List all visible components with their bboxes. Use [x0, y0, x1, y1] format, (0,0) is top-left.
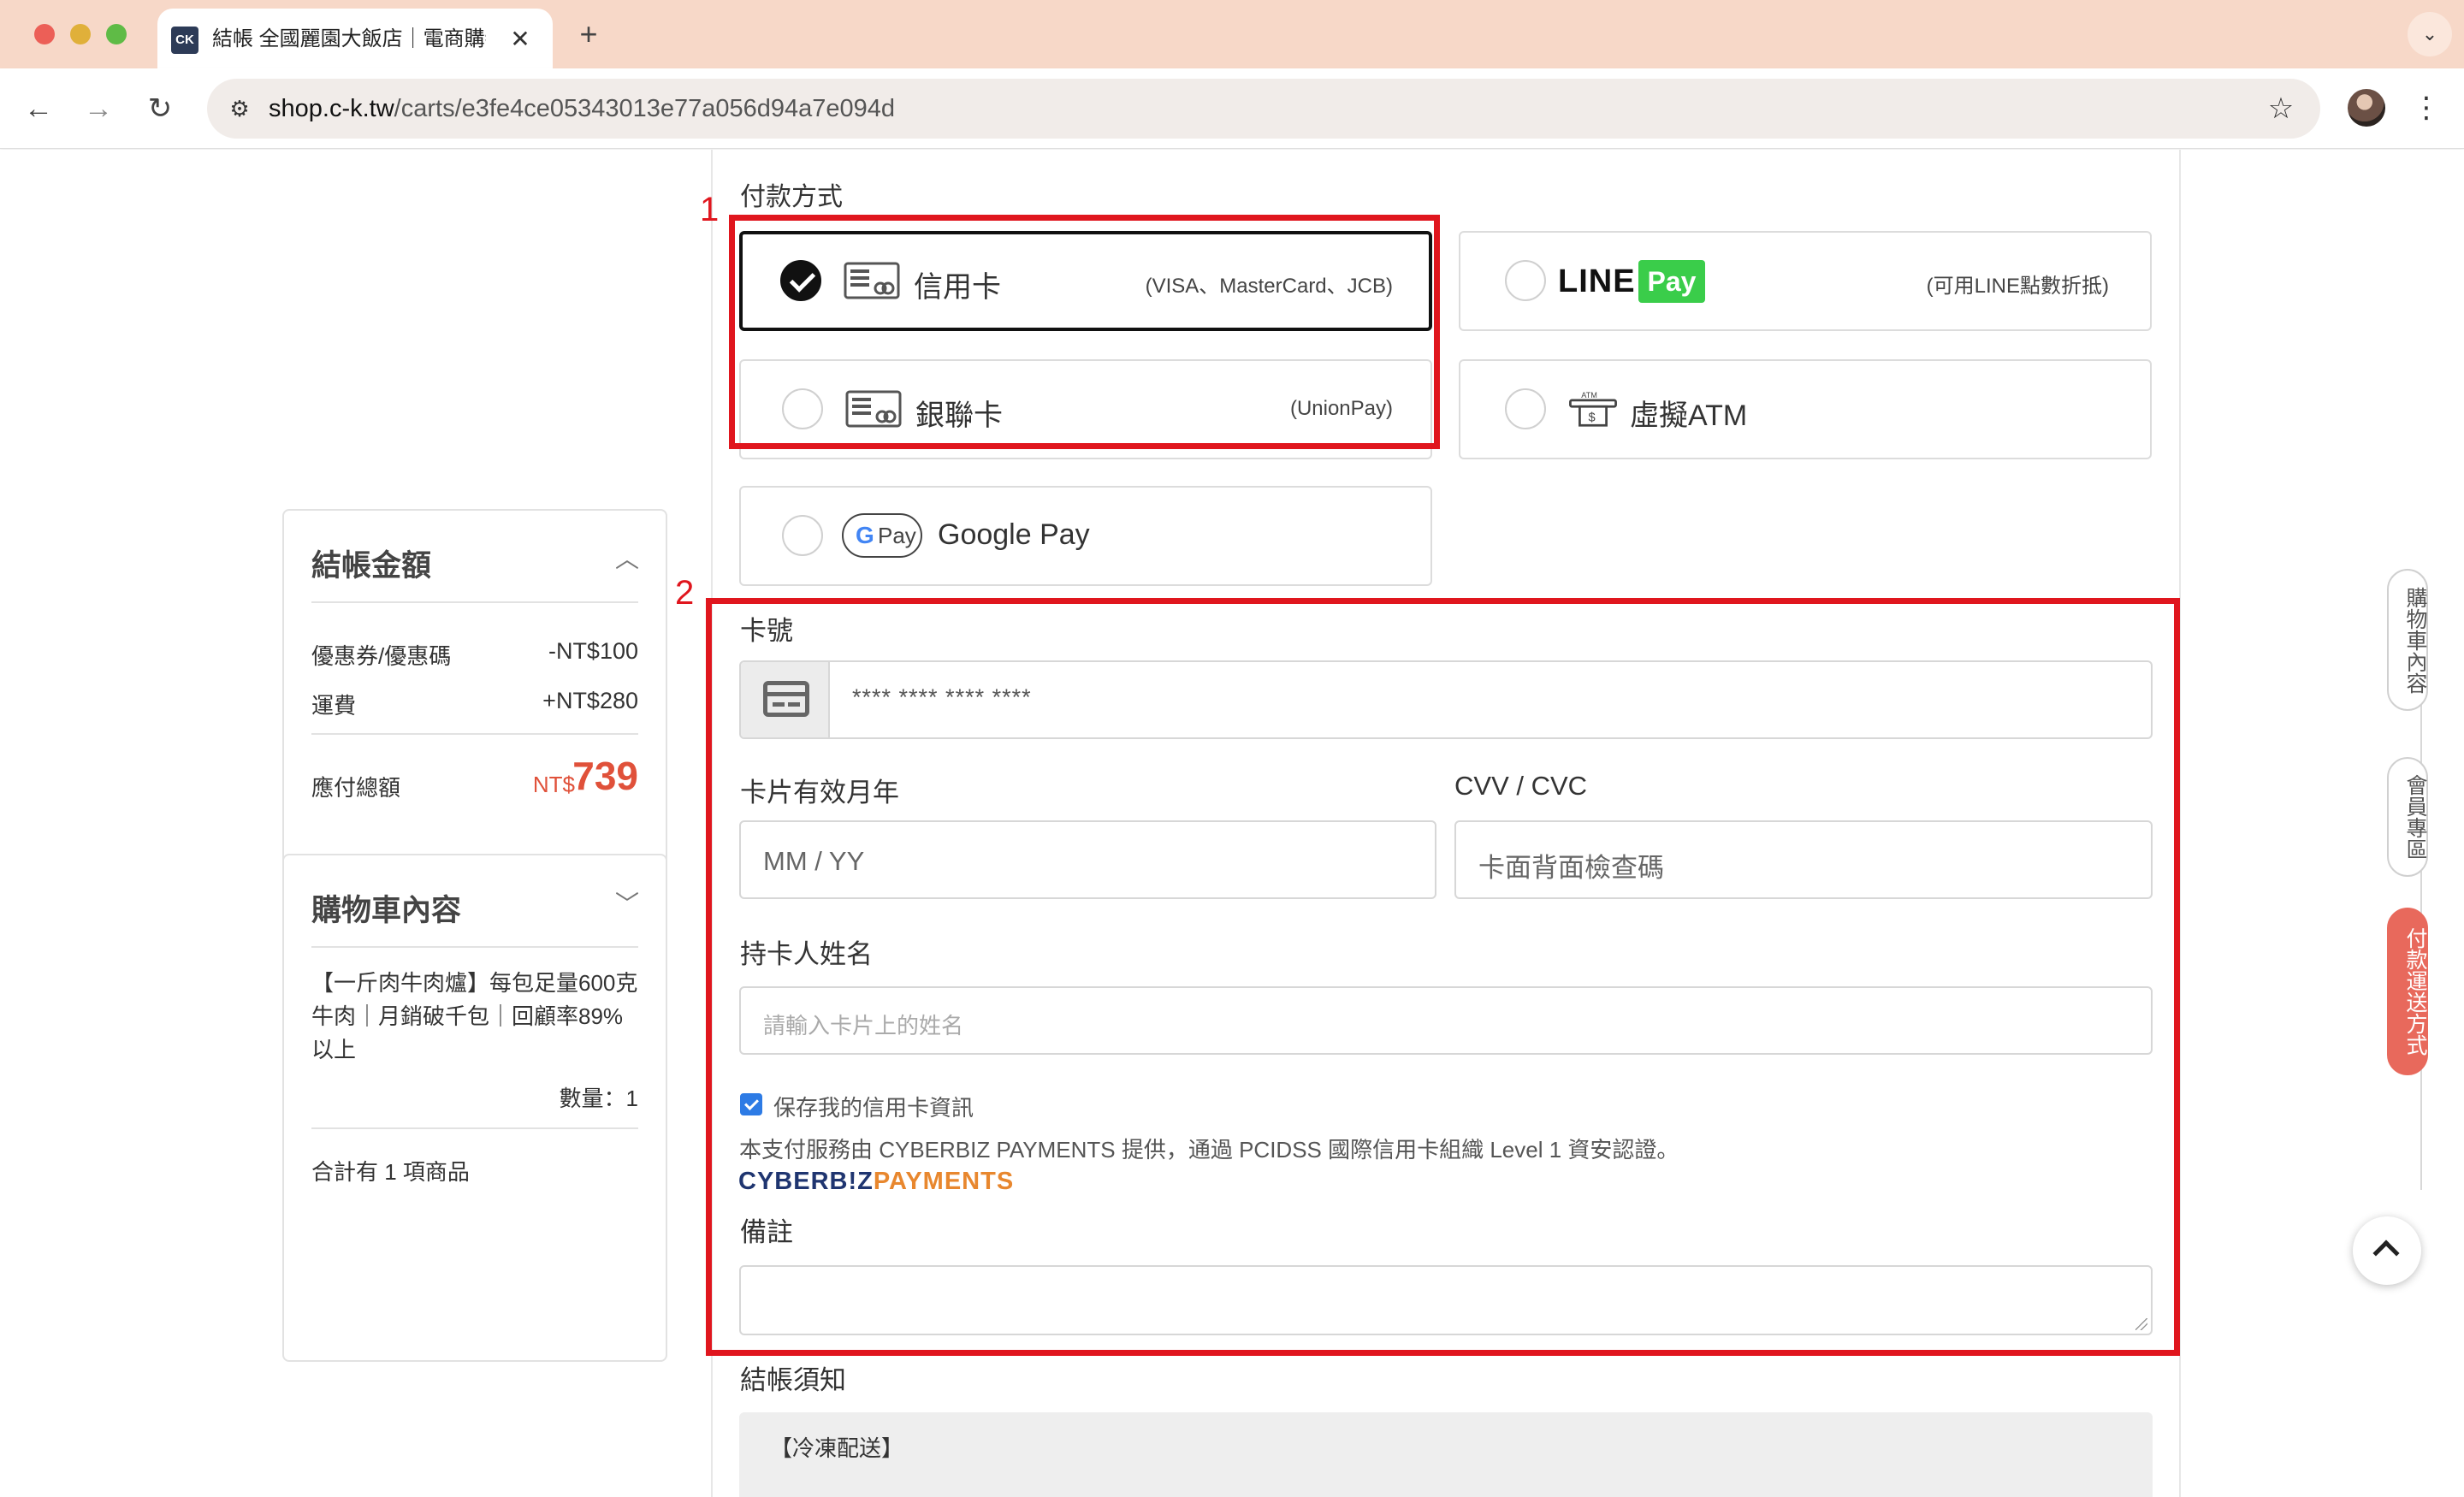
- total-currency: NT$: [532, 772, 575, 797]
- radio-unchecked[interactable]: [782, 515, 823, 556]
- side-nav-payment-shipping[interactable]: 付款運送方式: [2387, 908, 2428, 1075]
- payment-option-google-pay[interactable]: G Pay Google Pay: [739, 486, 1432, 586]
- address-bar[interactable]: ⚙ shop.c-k.tw/carts/e3fe4ce05343013e77a0…: [207, 79, 2320, 139]
- cvv-placeholder: 卡面背面檢查碼: [1478, 853, 1664, 883]
- total-label: 應付總額: [311, 775, 401, 801]
- divider: [311, 601, 638, 603]
- virtual-atm-label: 虛擬ATM: [1630, 399, 1748, 432]
- expiry-label: 卡片有效月年: [740, 778, 899, 808]
- annotation-box-1: [729, 215, 1440, 449]
- kebab-menu-icon[interactable]: ⋮: [2411, 89, 2442, 127]
- summary-title: 結帳金額: [311, 549, 432, 583]
- checkout-page: 結帳金額 ︿ 優惠券/優惠碼 -NT$100 運費 +NT$280 應付總額 N…: [0, 150, 2464, 1497]
- google-g-icon: G: [856, 522, 874, 548]
- google-pay-badge-text: Pay: [878, 523, 916, 548]
- notice-label: 結帳須知: [740, 1365, 846, 1395]
- browser-titlebar: CK 結帳 全國麗園大飯店｜電商購物 ✕ + ⌄: [0, 0, 2464, 68]
- cart-title: 購物車內容: [311, 894, 462, 927]
- browser-tab-active[interactable]: CK 結帳 全國麗園大飯店｜電商購物 ✕: [157, 9, 553, 68]
- tab-favicon-icon: CK: [171, 27, 198, 54]
- url-path: /carts/e3fe4ce05343013e77a056d94a7e094d: [394, 95, 896, 122]
- holder-name-placeholder: 請輸入卡片上的姓名: [763, 1013, 964, 1038]
- cvv-field[interactable]: 卡面背面檢查碼: [1454, 820, 2153, 899]
- card-number-field[interactable]: **** **** **** ****: [739, 660, 2153, 739]
- line-pay-logo-pay: Pay: [1638, 260, 1705, 303]
- radio-unchecked[interactable]: [1505, 260, 1546, 301]
- notice-box: 【冷凍配送】: [739, 1412, 2153, 1497]
- divider: [311, 733, 638, 735]
- coupon-value: -NT$100: [548, 638, 638, 664]
- reload-icon[interactable]: ↻: [139, 87, 181, 130]
- cart-item-count: 合計有 1 項商品: [311, 1159, 470, 1185]
- cyberbiz-logo-part-b: PAYMENTS: [873, 1168, 1015, 1195]
- memo-label: 備註: [740, 1217, 793, 1247]
- chevron-down-icon[interactable]: ﹀: [614, 891, 640, 917]
- annotation-number-2: 2: [675, 574, 695, 612]
- cart-item-name: 【一斤肉牛肉爐】每包足量600克牛肉｜月銷破千包｜回顧率89%以上: [311, 970, 638, 1062]
- shipping-value: +NT$280: [542, 688, 638, 713]
- browser-toolbar: ← → ↻ ⚙ shop.c-k.tw/carts/e3fe4ce0534301…: [0, 68, 2464, 149]
- side-nav-member[interactable]: 會員專區: [2387, 757, 2428, 877]
- card-number-label: 卡號: [740, 616, 793, 646]
- tab-search-menu-button[interactable]: ⌄: [2408, 12, 2452, 56]
- payment-section-label: 付款方式: [740, 183, 843, 211]
- save-card-label[interactable]: 保存我的信用卡資訊: [773, 1091, 974, 1122]
- window-minimize-button[interactable]: [70, 24, 91, 44]
- credit-card-icon: [763, 681, 809, 717]
- shipping-label: 運費: [311, 693, 357, 719]
- bookmark-star-icon[interactable]: ☆: [2262, 90, 2300, 127]
- line-pay-note: (可用LINE點數折抵): [1926, 275, 2109, 298]
- tab-close-icon[interactable]: ✕: [505, 22, 536, 56]
- new-tab-button[interactable]: +: [572, 15, 606, 53]
- payment-option-virtual-atm[interactable]: ATM $ 虛擬ATM: [1459, 359, 2152, 459]
- total-amount: 739: [572, 754, 638, 798]
- cvv-label: CVV / CVC: [1454, 771, 1588, 801]
- google-pay-icon: G Pay: [842, 513, 922, 558]
- notice-text: 【冷凍配送】: [770, 1435, 904, 1461]
- payment-option-line-pay[interactable]: LINE Pay (可用LINE點數折抵): [1459, 231, 2152, 331]
- chevron-up-icon: [2372, 1240, 2400, 1267]
- save-card-checkbox[interactable]: [740, 1093, 762, 1115]
- radio-unchecked[interactable]: [1505, 388, 1546, 429]
- cart-item-quantity: 數量：1: [559, 1086, 638, 1111]
- cart-contents-card: 購物車內容 ﹀ 【一斤肉牛肉爐】每包足量600克牛肉｜月銷破千包｜回顧率89%以…: [282, 854, 667, 1362]
- holder-name-label: 持卡人姓名: [740, 939, 873, 969]
- url-text[interactable]: shop.c-k.tw/carts/e3fe4ce05343013e77a056…: [269, 91, 895, 127]
- memo-textarea[interactable]: [739, 1265, 2153, 1335]
- cyberbiz-payments-logo: CYBERB!ZPAYMENTS: [738, 1168, 1014, 1196]
- tab-title: 結帳 全國麗園大飯店｜電商購物: [212, 27, 486, 50]
- line-pay-logo-line: LINE: [1558, 263, 1636, 299]
- expiry-field[interactable]: MM / YY: [739, 820, 1436, 899]
- atm-icon: ATM $: [1569, 391, 1617, 427]
- divider: [311, 946, 638, 948]
- back-arrow-icon[interactable]: ←: [17, 87, 60, 130]
- window-maximize-button[interactable]: [106, 24, 127, 44]
- holder-name-field[interactable]: 請輸入卡片上的姓名: [739, 986, 2153, 1055]
- resize-grip-icon[interactable]: [2135, 1318, 2147, 1330]
- forward-arrow-icon[interactable]: →: [77, 87, 120, 130]
- url-host: shop.c-k.tw: [269, 95, 394, 122]
- card-number-addon: [741, 662, 830, 737]
- site-info-icon[interactable]: ⚙: [222, 92, 257, 126]
- card-number-placeholder: **** **** **** ****: [852, 684, 1032, 710]
- chevron-up-icon[interactable]: ︿: [614, 547, 640, 572]
- back-to-top-button[interactable]: [2353, 1216, 2421, 1285]
- side-nav-cart[interactable]: 購物車內容: [2387, 569, 2428, 711]
- annotation-number-1: 1: [700, 191, 720, 228]
- divider: [311, 1127, 638, 1129]
- expiry-placeholder: MM / YY: [763, 846, 865, 876]
- svg-text:ATM: ATM: [1581, 391, 1597, 399]
- provider-note: 本支付服務由 CYBERBIZ PAYMENTS 提供，通過 PCIDSS 國際…: [739, 1137, 1679, 1163]
- svg-text:$: $: [1589, 411, 1596, 425]
- cyberbiz-logo-part-a: CYBERB!Z: [738, 1168, 874, 1195]
- google-pay-label: Google Pay: [938, 518, 1090, 551]
- window-close-button[interactable]: [34, 24, 55, 44]
- coupon-label: 優惠券/優惠碼: [311, 643, 452, 669]
- profile-avatar[interactable]: [2348, 89, 2385, 127]
